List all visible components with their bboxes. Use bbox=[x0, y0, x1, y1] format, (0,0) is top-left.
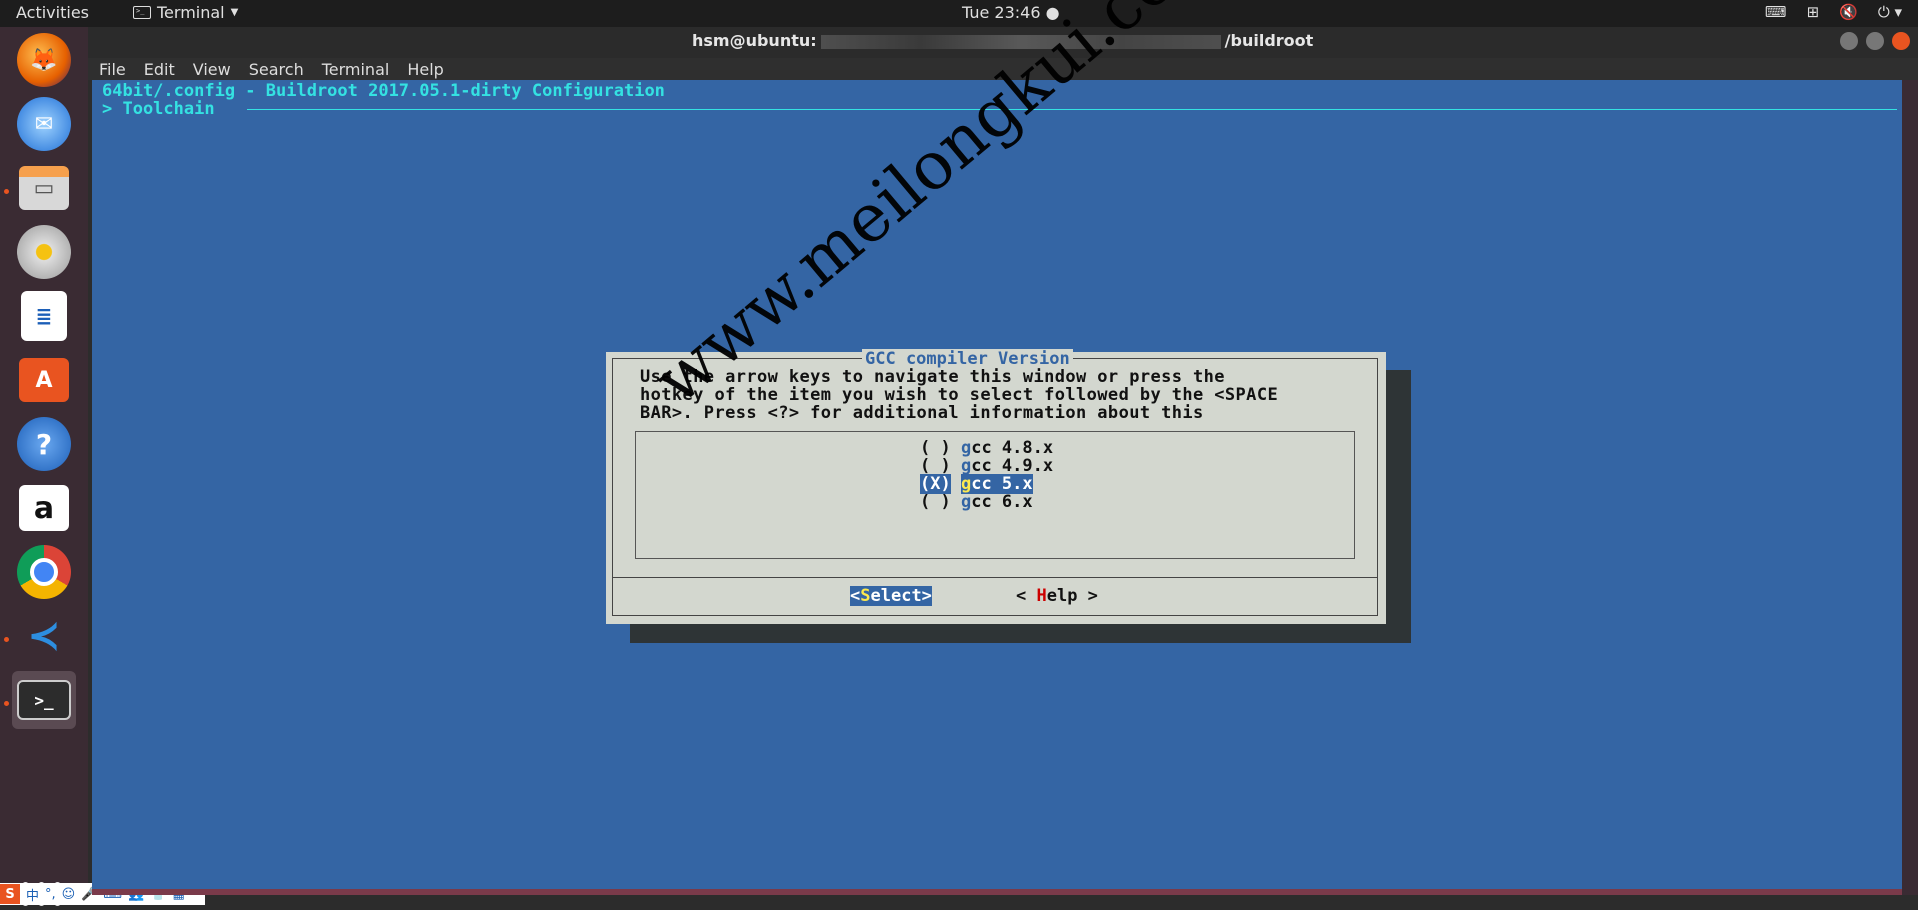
hotkey: S bbox=[860, 586, 871, 606]
select-button[interactable]: <Select> bbox=[850, 586, 932, 606]
help-button[interactable]: < Help > bbox=[1016, 586, 1098, 606]
hotkey: g bbox=[960, 456, 972, 476]
btn-open: < bbox=[850, 586, 861, 606]
running-indicator bbox=[4, 701, 9, 706]
menu-file[interactable]: File bbox=[97, 60, 128, 79]
running-indicator bbox=[4, 189, 9, 194]
dock: 🦊 ✉ ▭ ≣ A ? a ≺ >_ bbox=[0, 27, 88, 906]
menu-search[interactable]: Search bbox=[247, 60, 306, 79]
header-rule bbox=[247, 109, 1897, 110]
window-title-suffix: /buildroot bbox=[1224, 31, 1314, 50]
terminal-bottom-strip bbox=[92, 889, 1902, 895]
system-tray[interactable]: ⌨ ⊞ 🔇 ⏻ ▾ bbox=[1765, 3, 1902, 21]
option-label: cc 4.9.x bbox=[971, 456, 1054, 476]
btn-rest: elect> bbox=[870, 586, 932, 606]
option-gcc-5[interactable]: (X) gcc 5.x bbox=[920, 474, 1033, 494]
firefox-icon[interactable]: 🦊 bbox=[12, 31, 76, 89]
chrome-icon[interactable] bbox=[12, 543, 76, 601]
menu-view[interactable]: View bbox=[191, 60, 233, 79]
hotkey: g bbox=[960, 438, 972, 458]
hotkey: g bbox=[960, 474, 972, 494]
option-gcc-6[interactable]: ( ) gcc 6.x bbox=[920, 492, 1033, 512]
app-menu[interactable]: >_ Terminal ▼ bbox=[133, 3, 238, 22]
window-title: hsm@ubuntu: /buildroot bbox=[692, 31, 1313, 50]
window-titlebar[interactable]: hsm@ubuntu: /buildroot bbox=[88, 27, 1918, 58]
terminal-area[interactable]: 64bit/.config - Buildroot 2017.05.1-dirt… bbox=[92, 80, 1902, 895]
config-header: 64bit/.config - Buildroot 2017.05.1-dirt… bbox=[102, 81, 665, 101]
option-label: cc 4.8.x bbox=[971, 438, 1054, 458]
menu-terminal[interactable]: Terminal bbox=[320, 60, 392, 79]
volume-icon[interactable]: 🔇 bbox=[1839, 3, 1858, 21]
help-line: BAR>. Press <?> for additional informati… bbox=[640, 403, 1204, 423]
software-icon[interactable]: A bbox=[12, 351, 76, 409]
help-line: hotkey of the item you wish to select fo… bbox=[640, 385, 1279, 405]
network-icon[interactable]: ⊞ bbox=[1807, 3, 1820, 21]
thunderbird-icon[interactable]: ✉ bbox=[12, 95, 76, 153]
option-label: cc 6.x bbox=[971, 492, 1033, 512]
radio-mark: ( ) bbox=[920, 438, 951, 458]
chevron-down-icon: ▼ bbox=[230, 7, 239, 18]
menu-edit[interactable]: Edit bbox=[142, 60, 177, 79]
power-icon[interactable]: ⏻ ▾ bbox=[1878, 3, 1902, 21]
hotkey: g bbox=[960, 492, 972, 512]
btn-open: < bbox=[1016, 586, 1037, 606]
terminal-small-icon: >_ bbox=[133, 6, 151, 19]
radio-mark: ( ) bbox=[920, 456, 951, 476]
option-label: cc 5.x bbox=[971, 474, 1033, 494]
hotkey: H bbox=[1036, 586, 1047, 606]
btn-rest: elp > bbox=[1046, 586, 1098, 606]
breadcrumb: > Toolchain bbox=[102, 99, 215, 119]
vscode-icon[interactable]: ≺ bbox=[12, 607, 76, 665]
options-list: ( ) gcc 4.8.x ( ) gcc 4.9.x (X) gcc 5.x … bbox=[635, 431, 1355, 559]
keyboard-icon[interactable]: ⌨ bbox=[1765, 3, 1787, 21]
window-title-prefix: hsm@ubuntu: bbox=[692, 31, 817, 50]
app-name: Terminal bbox=[157, 3, 225, 22]
activities-button[interactable]: Activities bbox=[16, 3, 89, 22]
ime-lang[interactable]: 中 bbox=[26, 885, 39, 904]
help-icon[interactable]: ? bbox=[12, 415, 76, 473]
close-icon[interactable] bbox=[1892, 32, 1910, 50]
top-bar: Activities >_ Terminal ▼ Tue 23:46 ● ⌨ ⊞… bbox=[0, 0, 1918, 27]
rhythmbox-icon[interactable] bbox=[12, 223, 76, 281]
ime-logo: S bbox=[0, 884, 20, 904]
amazon-icon[interactable]: a bbox=[12, 479, 76, 537]
option-gcc-4-8[interactable]: ( ) gcc 4.8.x bbox=[920, 438, 1053, 458]
choice-dialog: GCC compiler Version Use the arrow keys … bbox=[606, 349, 1386, 624]
writer-icon[interactable]: ≣ bbox=[12, 287, 76, 345]
files-icon[interactable]: ▭ bbox=[12, 159, 76, 217]
terminal-icon[interactable]: >_ bbox=[12, 671, 76, 729]
window-controls bbox=[1840, 32, 1910, 50]
punct-icon[interactable]: °, bbox=[45, 887, 56, 902]
menu-help[interactable]: Help bbox=[405, 60, 445, 79]
option-gcc-4-9[interactable]: ( ) gcc 4.9.x bbox=[920, 456, 1053, 476]
emoji-icon[interactable]: ☺ bbox=[62, 887, 76, 902]
radio-mark: (X) bbox=[920, 474, 951, 494]
button-separator bbox=[612, 577, 1378, 578]
running-indicator bbox=[4, 637, 9, 642]
maximize-icon[interactable] bbox=[1866, 32, 1884, 50]
radio-mark: ( ) bbox=[920, 492, 951, 512]
terminal-scrollbar[interactable] bbox=[1902, 80, 1918, 895]
dialog-title: GCC compiler Version bbox=[862, 349, 1073, 369]
minimize-icon[interactable] bbox=[1840, 32, 1858, 50]
